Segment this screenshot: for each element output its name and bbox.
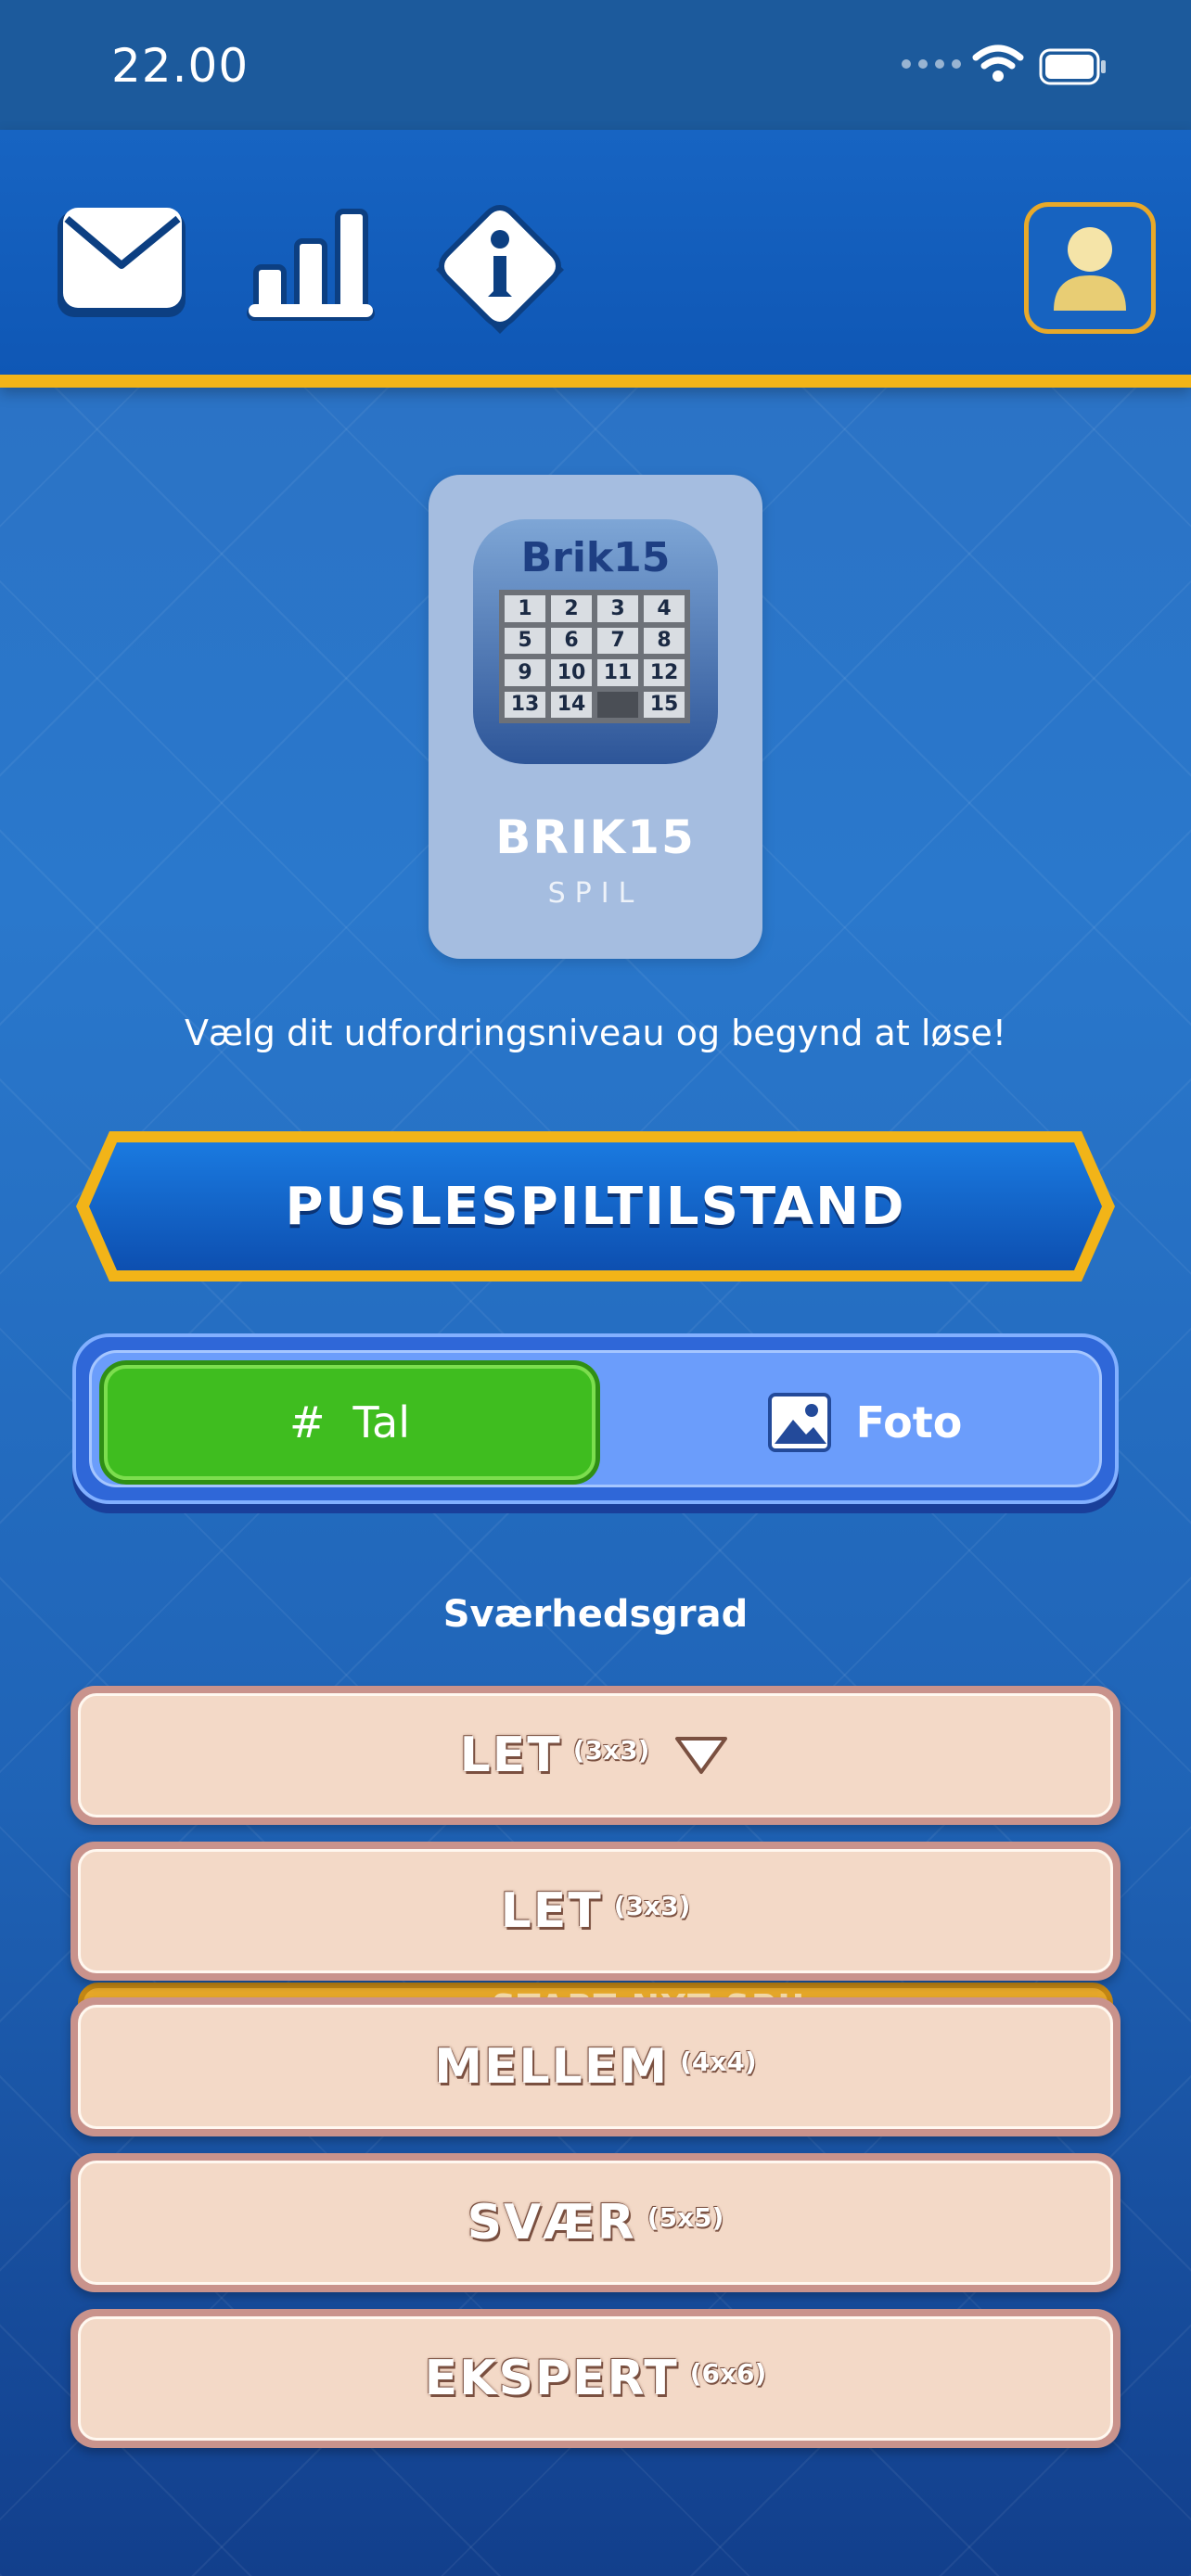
tile: 10 [551, 659, 592, 686]
tile: 3 [597, 595, 638, 622]
difficulty-label: Sværhedsgrad [442, 1593, 749, 1636]
app-icon-title: Brik15 [520, 534, 671, 581]
image-icon [767, 1393, 831, 1452]
tile: 6 [551, 627, 592, 654]
difficulty-option-svaer[interactable]: SVÆR (5x5) [70, 2153, 1121, 2292]
tile: 15 [644, 691, 685, 718]
option-size: (3x3) [613, 1890, 691, 1921]
signal-dots-icon [902, 59, 961, 69]
photo-mode-label: Foto [855, 1397, 963, 1447]
battery-icon [1039, 48, 1106, 85]
tile: 4 [644, 595, 685, 622]
option-label: EKSPERT [424, 2351, 679, 2406]
numbers-mode-label: Tal [352, 1397, 410, 1447]
tile: 8 [644, 627, 685, 654]
wifi-icon [972, 45, 1024, 82]
intro-text: Vælg dit udfordringsniveau og begynd at … [184, 1013, 1007, 1053]
tile: 1 [505, 595, 545, 622]
puzzle-mode-label: PUSLESPILTILSTAND [285, 1176, 906, 1237]
numbers-mode-button[interactable]: # Tal [104, 1365, 596, 1480]
game-subtitle: SPIL [547, 877, 644, 910]
mode-toggle: # Tal Foto [72, 1333, 1119, 1504]
tile: 2 [551, 595, 592, 622]
status-bar: 22.00 [0, 0, 1191, 130]
mail-icon [58, 208, 186, 317]
tile: 14 [551, 691, 592, 718]
tile: 12 [644, 659, 685, 686]
top-navigation-bar [0, 130, 1191, 388]
info-icon [436, 204, 564, 334]
mail-button[interactable] [54, 206, 189, 323]
game-card[interactable]: Brik15 1 2 3 4 5 6 7 8 9 10 11 12 13 14 … [429, 475, 762, 959]
tile-empty [597, 691, 638, 718]
game-name: BRIK15 [495, 810, 696, 864]
photo-mode-button[interactable]: Foto [633, 1365, 1096, 1480]
selected-difficulty-label: LET [459, 1728, 562, 1783]
status-time: 22.00 [111, 39, 250, 93]
option-label: LET [500, 1883, 603, 1939]
difficulty-option-let[interactable]: LET (3x3) [70, 1842, 1121, 1981]
option-label: MELLEM [434, 2039, 670, 2095]
tile: 13 [505, 691, 545, 718]
difficulty-option-mellem[interactable]: MELLEM (4x4) [70, 1997, 1121, 2136]
selected-difficulty-size: (3x3) [572, 1734, 650, 1766]
difficulty-dropdown[interactable]: LET (3x3) [70, 1686, 1121, 1825]
hash-icon: # [289, 1397, 326, 1447]
difficulty-option-ekspert[interactable]: EKSPERT (6x6) [70, 2309, 1121, 2448]
bar-chart-icon [247, 209, 375, 321]
option-size: (5x5) [647, 2201, 724, 2233]
tile: 5 [505, 627, 545, 654]
tile: 11 [597, 659, 638, 686]
info-button[interactable] [432, 198, 568, 334]
option-size: (6x6) [689, 2357, 767, 2389]
user-icon [1054, 227, 1126, 311]
puzzle-mode-banner[interactable]: PUSLESPILTILSTAND [72, 1128, 1119, 1285]
profile-button[interactable] [1024, 202, 1156, 334]
stats-button[interactable] [243, 206, 378, 323]
option-size: (4x4) [680, 2046, 757, 2077]
option-label: SVÆR [467, 2195, 636, 2251]
tile: 7 [597, 627, 638, 654]
tile: 9 [505, 659, 545, 686]
puzzle-grid-illustration: 1 2 3 4 5 6 7 8 9 10 11 12 13 14 15 [499, 590, 690, 723]
game-app-icon: Brik15 1 2 3 4 5 6 7 8 9 10 11 12 13 14 … [473, 519, 718, 764]
caret-down-icon [675, 1737, 728, 1774]
